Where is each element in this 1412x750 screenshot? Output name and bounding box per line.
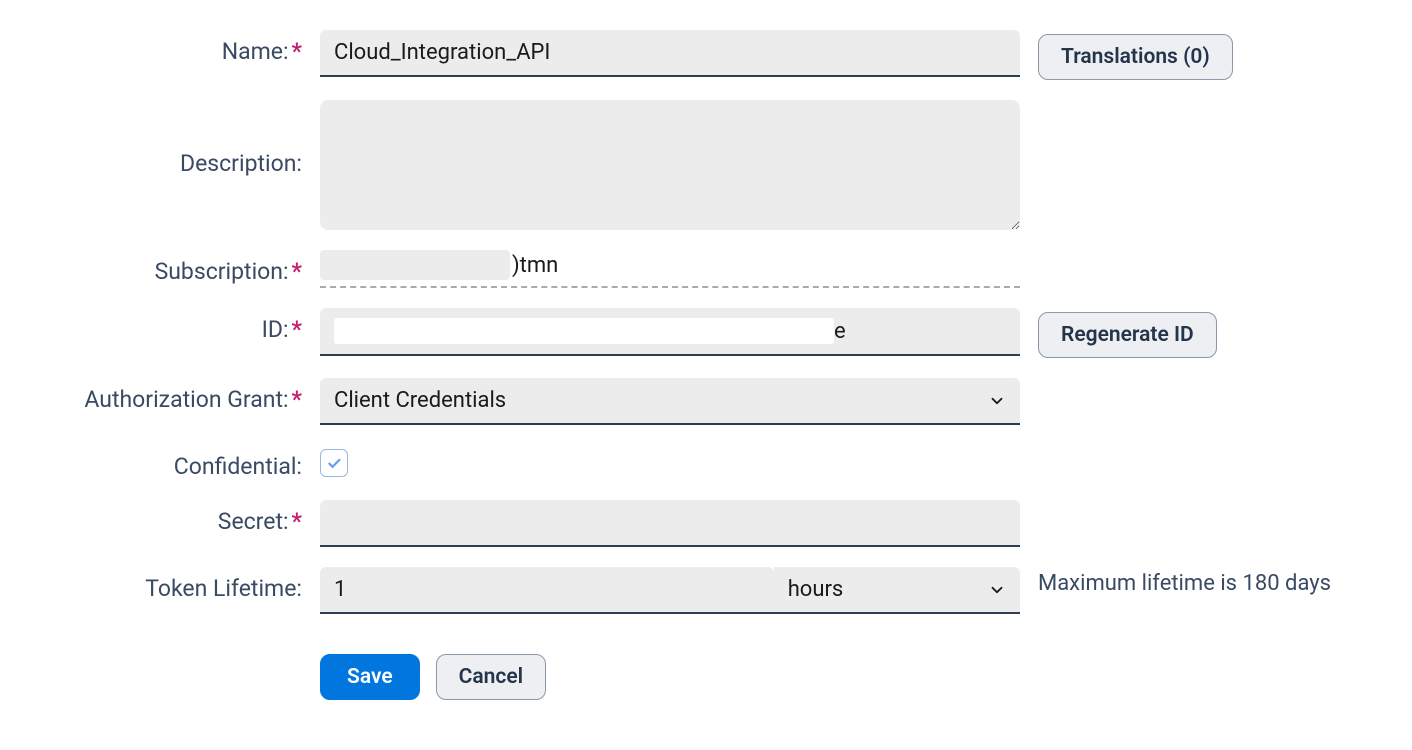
label-confidential: Confidential: [20,445,320,480]
redacted-block [320,250,510,280]
label-secret: Secret:* [20,500,320,535]
row-secret: Secret:* [20,500,1392,547]
label-name: Name:* [20,30,320,65]
label-subscription: Subscription:* [20,250,320,285]
label-id: ID:* [20,308,320,343]
secret-input[interactable] [320,500,1020,547]
row-token-lifetime: Token Lifetime: hours Maximum lifetime i… [20,567,1392,614]
required-marker: * [292,38,302,65]
row-actions: Save Cancel [20,654,1392,700]
label-authorization-grant: Authorization Grant:* [20,378,320,413]
subscription-readonly: )tmn [320,250,1020,288]
id-value-suffix: e [834,319,846,344]
save-button[interactable]: Save [320,654,420,700]
regenerate-id-button[interactable]: Regenerate ID [1038,312,1217,358]
token-lifetime-hint: Maximum lifetime is 180 days [1038,571,1331,596]
cancel-button[interactable]: Cancel [436,654,546,700]
row-confidential: Confidential: [20,445,1392,480]
row-name: Name:* Translations (0) [20,30,1392,80]
row-authorization-grant: Authorization Grant:* Client Credentials [20,378,1392,425]
authorization-grant-select[interactable]: Client Credentials [320,378,1020,425]
required-marker: * [292,316,302,343]
row-id: ID:* e Regenerate ID [20,308,1392,358]
id-readonly: e [320,308,1020,356]
token-lifetime-value-input[interactable] [320,567,774,614]
chevron-down-icon [988,392,1006,410]
authorization-grant-value: Client Credentials [334,388,506,413]
token-lifetime-unit-select[interactable]: hours [774,567,1020,614]
required-marker: * [292,508,302,535]
translations-button[interactable]: Translations (0) [1038,34,1233,80]
confidential-checkbox[interactable] [320,449,348,477]
row-subscription: Subscription:* )tmn [20,250,1392,288]
required-marker: * [292,258,302,285]
redacted-block [334,318,834,344]
subscription-value-suffix: )tmn [512,253,558,278]
label-token-lifetime: Token Lifetime: [20,567,320,602]
chevron-down-icon [988,581,1006,599]
required-marker: * [292,386,302,413]
check-icon [325,454,343,472]
name-input[interactable] [320,30,1020,77]
token-lifetime-unit-value: hours [788,577,844,602]
description-textarea[interactable] [320,100,1020,230]
label-description: Description: [20,100,320,177]
row-description: Description: [20,100,1392,230]
